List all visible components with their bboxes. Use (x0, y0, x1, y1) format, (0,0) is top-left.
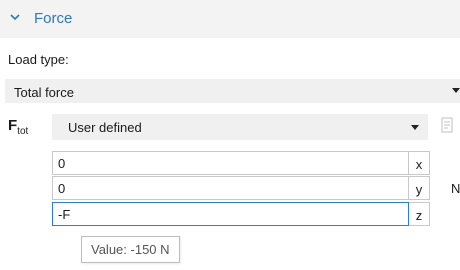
ftot-subscript: tot (17, 126, 29, 137)
component-label-z: z (409, 202, 430, 226)
load-type-value: Total force (14, 85, 74, 100)
ftot-definition-value: User defined (68, 120, 142, 135)
vector-row-z: -F z (52, 202, 430, 226)
chevron-down-icon[interactable] (9, 11, 21, 23)
unit-label: N (451, 181, 460, 196)
vector-row-y: 0 y (52, 176, 430, 200)
component-label-y: y (409, 176, 430, 200)
ftot-definition-select[interactable]: User defined (52, 114, 428, 140)
load-type-label: Load type: (8, 52, 69, 67)
load-type-select[interactable]: Total force (5, 79, 460, 103)
section-header-force[interactable]: Force (0, 0, 460, 38)
force-z-input[interactable]: -F (52, 202, 409, 226)
ftot-label: Ftot (8, 117, 28, 137)
component-label-x: x (409, 151, 430, 175)
dropdown-arrow-icon (452, 88, 460, 93)
vector-row-x: 0 x (52, 151, 430, 175)
paste-variable-icon[interactable] (441, 117, 455, 135)
force-x-input[interactable]: 0 (52, 151, 409, 175)
force-y-input[interactable]: 0 (52, 176, 409, 200)
section-title: Force (34, 10, 73, 27)
value-tooltip: Value: -150 N (81, 236, 180, 263)
dropdown-arrow-icon (411, 125, 419, 130)
ftot-symbol: F (8, 117, 18, 134)
